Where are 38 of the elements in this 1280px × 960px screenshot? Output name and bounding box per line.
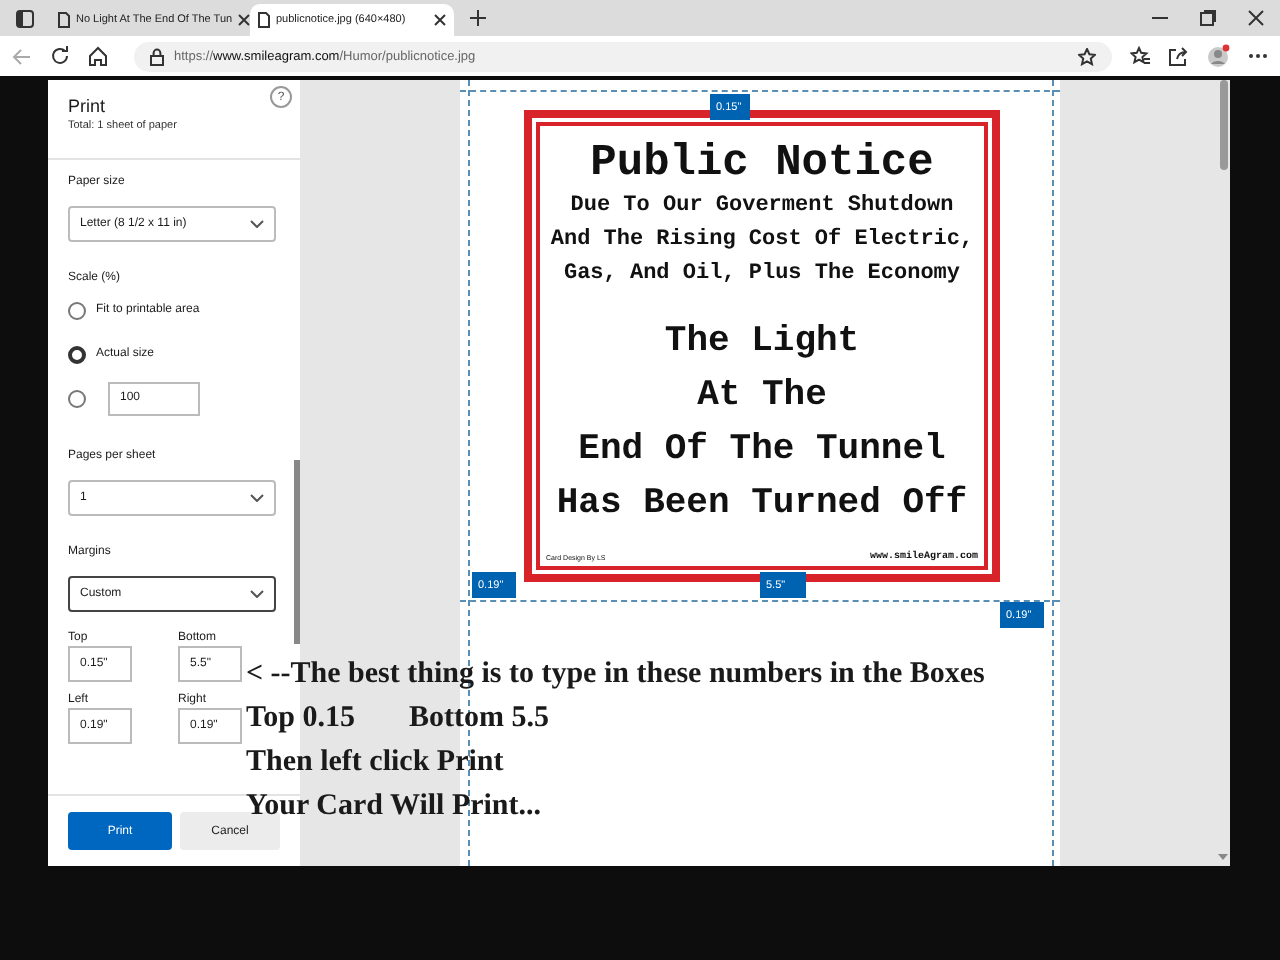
more-icon[interactable] [1248,52,1268,60]
home-icon[interactable] [88,46,108,66]
scroll-down-icon[interactable] [1218,854,1228,860]
notice-message: At The [697,374,827,420]
notice-title: Public Notice [590,138,934,190]
instruction-text: Bottom 5.5 [408,700,549,738]
instruction-text: Then left click Print [246,744,504,782]
radio-button[interactable] [68,345,86,363]
radio-button[interactable] [68,301,86,319]
instruction-text: Top 0.15 [246,700,355,738]
radio-button[interactable] [68,389,86,407]
chevron-icon [250,590,264,598]
chevron-icon [250,494,264,502]
new-tab-icon[interactable] [470,10,486,26]
maximize-icon[interactable] [1200,10,1216,26]
notice-text: And The Rising Cost Of Electric, [550,225,974,256]
close-icon[interactable] [434,14,446,26]
close-icon[interactable] [1248,10,1264,26]
scrollbar-thumb[interactable] [1219,80,1227,170]
refresh-icon[interactable] [50,46,70,66]
notice-message: The Light [664,320,860,366]
notice-message: Has Been Turned Off [556,482,968,528]
star-icon[interactable] [1078,47,1096,65]
share-icon[interactable] [1168,46,1188,66]
notice-text: Due To Our Goverment Shutdown [570,192,954,222]
chevron-icon [250,220,264,228]
favorites-icon[interactable] [1130,46,1150,66]
lock-icon [150,47,164,65]
sidebar-icon[interactable] [16,9,34,27]
instruction-text: < --The best thing is to type in these numbers in the Boxes [246,656,985,694]
avatar-icon[interactable] [1206,44,1230,68]
dialog-title: Print [68,96,106,116]
scrollbar-thumb[interactable] [294,460,300,644]
notice-text: Gas, And Oil, Plus The Economy [563,260,961,290]
page-icon [58,12,70,28]
close-icon[interactable] [238,14,251,26]
page-icon [258,12,270,28]
notice-message: End Of The Tunnel [578,428,946,474]
